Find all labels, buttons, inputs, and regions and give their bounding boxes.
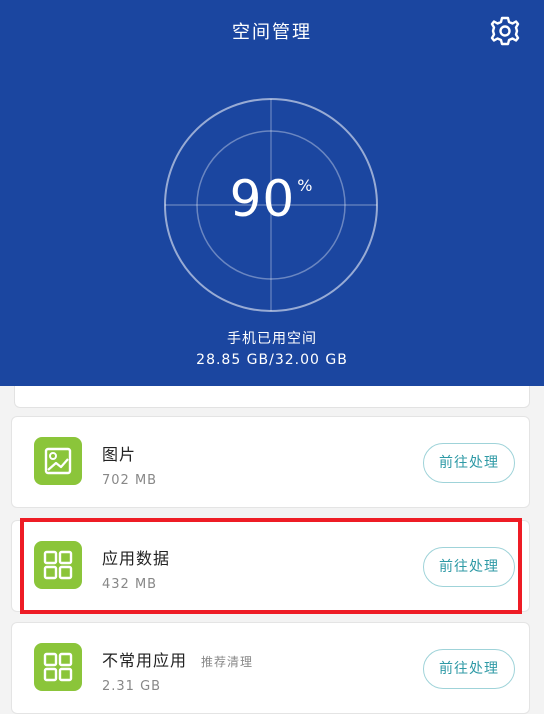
header: 空间管理 90% 手机已用空间 28.85 GB/32.00 GB: [0, 0, 544, 386]
grid-icon: [34, 541, 82, 589]
list-item-unused-apps[interactable]: 不常用应用 推荐清理 2.31 GB 前往处理: [11, 622, 530, 714]
usage-percent-sign: %: [297, 176, 313, 195]
usage-percent: 90%: [162, 170, 380, 228]
item-name: 图片: [102, 445, 137, 464]
list-item-app-data[interactable]: 应用数据 432 MB 前往处理: [11, 520, 530, 612]
grid-icon: [34, 643, 82, 691]
item-size: 702 MB: [102, 473, 158, 488]
go-process-button[interactable]: 前往处理: [423, 649, 515, 689]
item-name: 不常用应用 推荐清理: [102, 647, 253, 671]
go-process-button[interactable]: 前往处理: [423, 443, 515, 483]
recommend-tag: 推荐清理: [201, 655, 254, 669]
usage-percent-value: 90: [229, 170, 296, 228]
go-process-button[interactable]: 前往处理: [423, 547, 515, 587]
list-item-images[interactable]: 图片 702 MB 前往处理: [11, 416, 530, 508]
used-space-value: 28.85 GB/32.00 GB: [196, 352, 348, 368]
gear-icon[interactable]: [488, 14, 522, 48]
page-title: 空间管理: [232, 22, 312, 43]
used-space-label: 手机已用空间: [227, 331, 317, 347]
item-size: 2.31 GB: [102, 679, 162, 694]
item-name-text: 不常用应用: [102, 651, 188, 670]
item-name: 应用数据: [102, 549, 171, 568]
item-size: 432 MB: [102, 577, 158, 592]
image-icon: [34, 437, 82, 485]
card-edge: [14, 386, 530, 408]
